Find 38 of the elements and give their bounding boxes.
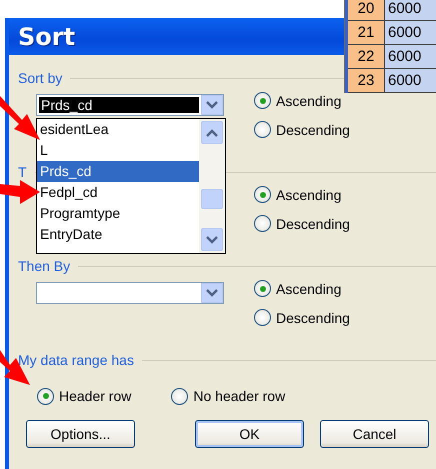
radio-option[interactable]: Descending [254, 121, 350, 138]
radio-option[interactable]: Ascending [254, 92, 350, 109]
section-label: T [18, 164, 27, 180]
list-item[interactable]: EntryDate [37, 224, 199, 245]
section-label: Then By [18, 258, 70, 274]
row-header: 21 [348, 21, 385, 44]
list-item[interactable]: L [37, 140, 199, 161]
arrow-icon [0, 96, 40, 140]
dialog-button[interactable]: Cancel [320, 420, 429, 448]
radio-option[interactable]: No header row [171, 376, 286, 416]
scroll-down-icon[interactable] [201, 228, 223, 251]
combo-box[interactable] [36, 282, 224, 304]
list-item[interactable]: Prds_cd [37, 161, 199, 182]
list-item[interactable]: esidentLea [37, 119, 199, 140]
list-item[interactable]: Programtype [37, 203, 199, 224]
table-cell: 6000 [385, 0, 436, 20]
radio-option[interactable]: Descending [254, 215, 350, 232]
scroll-thumb[interactable] [201, 188, 223, 208]
combo-box[interactable]: Prds_cd [36, 94, 224, 116]
row-header: 23 [348, 69, 385, 92]
row-header: 22 [348, 45, 385, 68]
row-header: 20 [348, 0, 385, 20]
arrow-icon [0, 180, 40, 204]
section-label: Sort by [18, 70, 62, 86]
scrollbar[interactable] [199, 119, 225, 253]
dialog-button[interactable]: Options... [26, 420, 135, 448]
scroll-up-icon[interactable] [201, 121, 223, 144]
radio-option[interactable]: Descending [254, 309, 350, 326]
table-cell: 6000 [385, 45, 436, 68]
list-item[interactable]: Fedpl_cd [37, 182, 199, 203]
table-cell: 6000 [385, 69, 436, 92]
radio-option[interactable]: Ascending [254, 186, 350, 203]
radio-option[interactable]: Header row [37, 376, 132, 416]
table-cell: 6000 [385, 21, 436, 44]
dialog-button[interactable]: OK [195, 420, 304, 448]
radio-option[interactable]: Ascending [254, 280, 350, 297]
section-label: My data range has [18, 352, 134, 368]
window-title: Sort [18, 22, 76, 50]
